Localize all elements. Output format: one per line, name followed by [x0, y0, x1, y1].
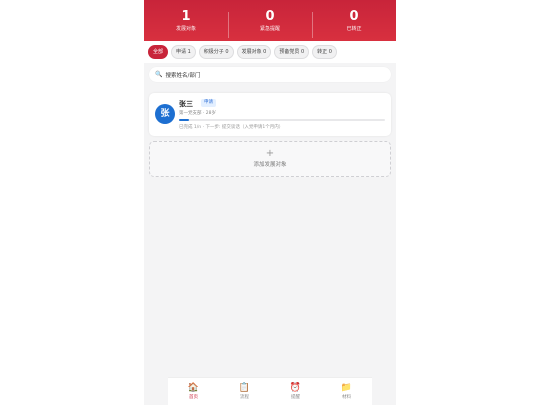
status-badge: 申请: [201, 99, 216, 107]
search-icon: 🔍: [155, 71, 163, 78]
app-screen: 1 发展对象 0 紧急提醒 0 已转正 全部 申请 1 积极分子 0 发展对象 …: [144, 0, 396, 405]
folder-icon: 📁: [340, 383, 353, 393]
filter-bar: 全部 申请 1 积极分子 0 发展对象 0 预备党员 0 转正 0: [144, 41, 396, 63]
avatar: 张: [155, 104, 175, 124]
tab-label: 提醒: [291, 395, 300, 400]
bottom-tab-bar: 🏠 首页 📋 流程 ⏰ 提醒 📁 材料: [168, 377, 372, 405]
filter-chip-probationary[interactable]: 预备党员 0: [274, 45, 310, 59]
stat-label: 已转正: [346, 25, 362, 32]
progress-stage-text: 已完成 1/n · 下一步: 提交谈话（入党申请1个月内）: [179, 125, 284, 130]
stat-value: 1: [181, 8, 191, 24]
tab-process[interactable]: 📋 流程: [219, 378, 270, 405]
tab-home[interactable]: 🏠 首页: [168, 378, 219, 405]
stats-header: 1 发展对象 0 紧急提醒 0 已转正: [144, 0, 396, 41]
person-name: 张三: [179, 100, 193, 108]
stat-label: 紧急提醒: [259, 25, 280, 32]
search-placeholder: 搜索姓名/部门: [165, 72, 201, 79]
tab-materials[interactable]: 📁 材料: [321, 378, 372, 405]
stat-confirmed[interactable]: 0 已转正: [312, 8, 396, 38]
alarm-clock-icon: ⏰: [289, 383, 302, 393]
filter-chip-activist[interactable]: 积极分子 0: [198, 45, 234, 59]
progress-fill: [179, 119, 190, 121]
plus-icon: +: [265, 148, 275, 159]
tab-label: 材料: [342, 395, 351, 400]
search-input[interactable]: 🔍 搜索姓名/部门: [149, 67, 391, 82]
stat-development[interactable]: 1 发展对象: [144, 9, 228, 33]
tab-reminders[interactable]: ⏰ 提醒: [270, 378, 321, 405]
clipboard-icon: 📋: [238, 383, 251, 393]
add-person-button[interactable]: + 添加发展对象: [149, 141, 391, 177]
tab-label: 流程: [240, 395, 249, 400]
tab-label: 首页: [189, 395, 198, 400]
filter-chip-apply[interactable]: 申请 1: [171, 45, 196, 59]
person-card[interactable]: 张 张三 申请 第一党支部 · 28岁 已完成 1/n · 下一步: 提交谈话（…: [149, 93, 391, 136]
home-icon: 🏠: [187, 383, 200, 393]
stat-value: 0: [349, 8, 359, 24]
progress-bar: [179, 119, 385, 121]
person-info: 第一党支部 · 28岁: [179, 111, 217, 116]
filter-chip-candidate[interactable]: 发展对象 0: [236, 45, 272, 59]
add-person-label: 添加发展对象: [253, 162, 287, 168]
filter-chip-confirmed[interactable]: 转正 0: [312, 45, 337, 59]
stat-label: 发展对象: [175, 25, 196, 32]
stat-urgent[interactable]: 0 紧急提醒: [228, 8, 312, 38]
stat-value: 0: [265, 8, 275, 24]
filter-chip-all[interactable]: 全部: [148, 45, 169, 59]
